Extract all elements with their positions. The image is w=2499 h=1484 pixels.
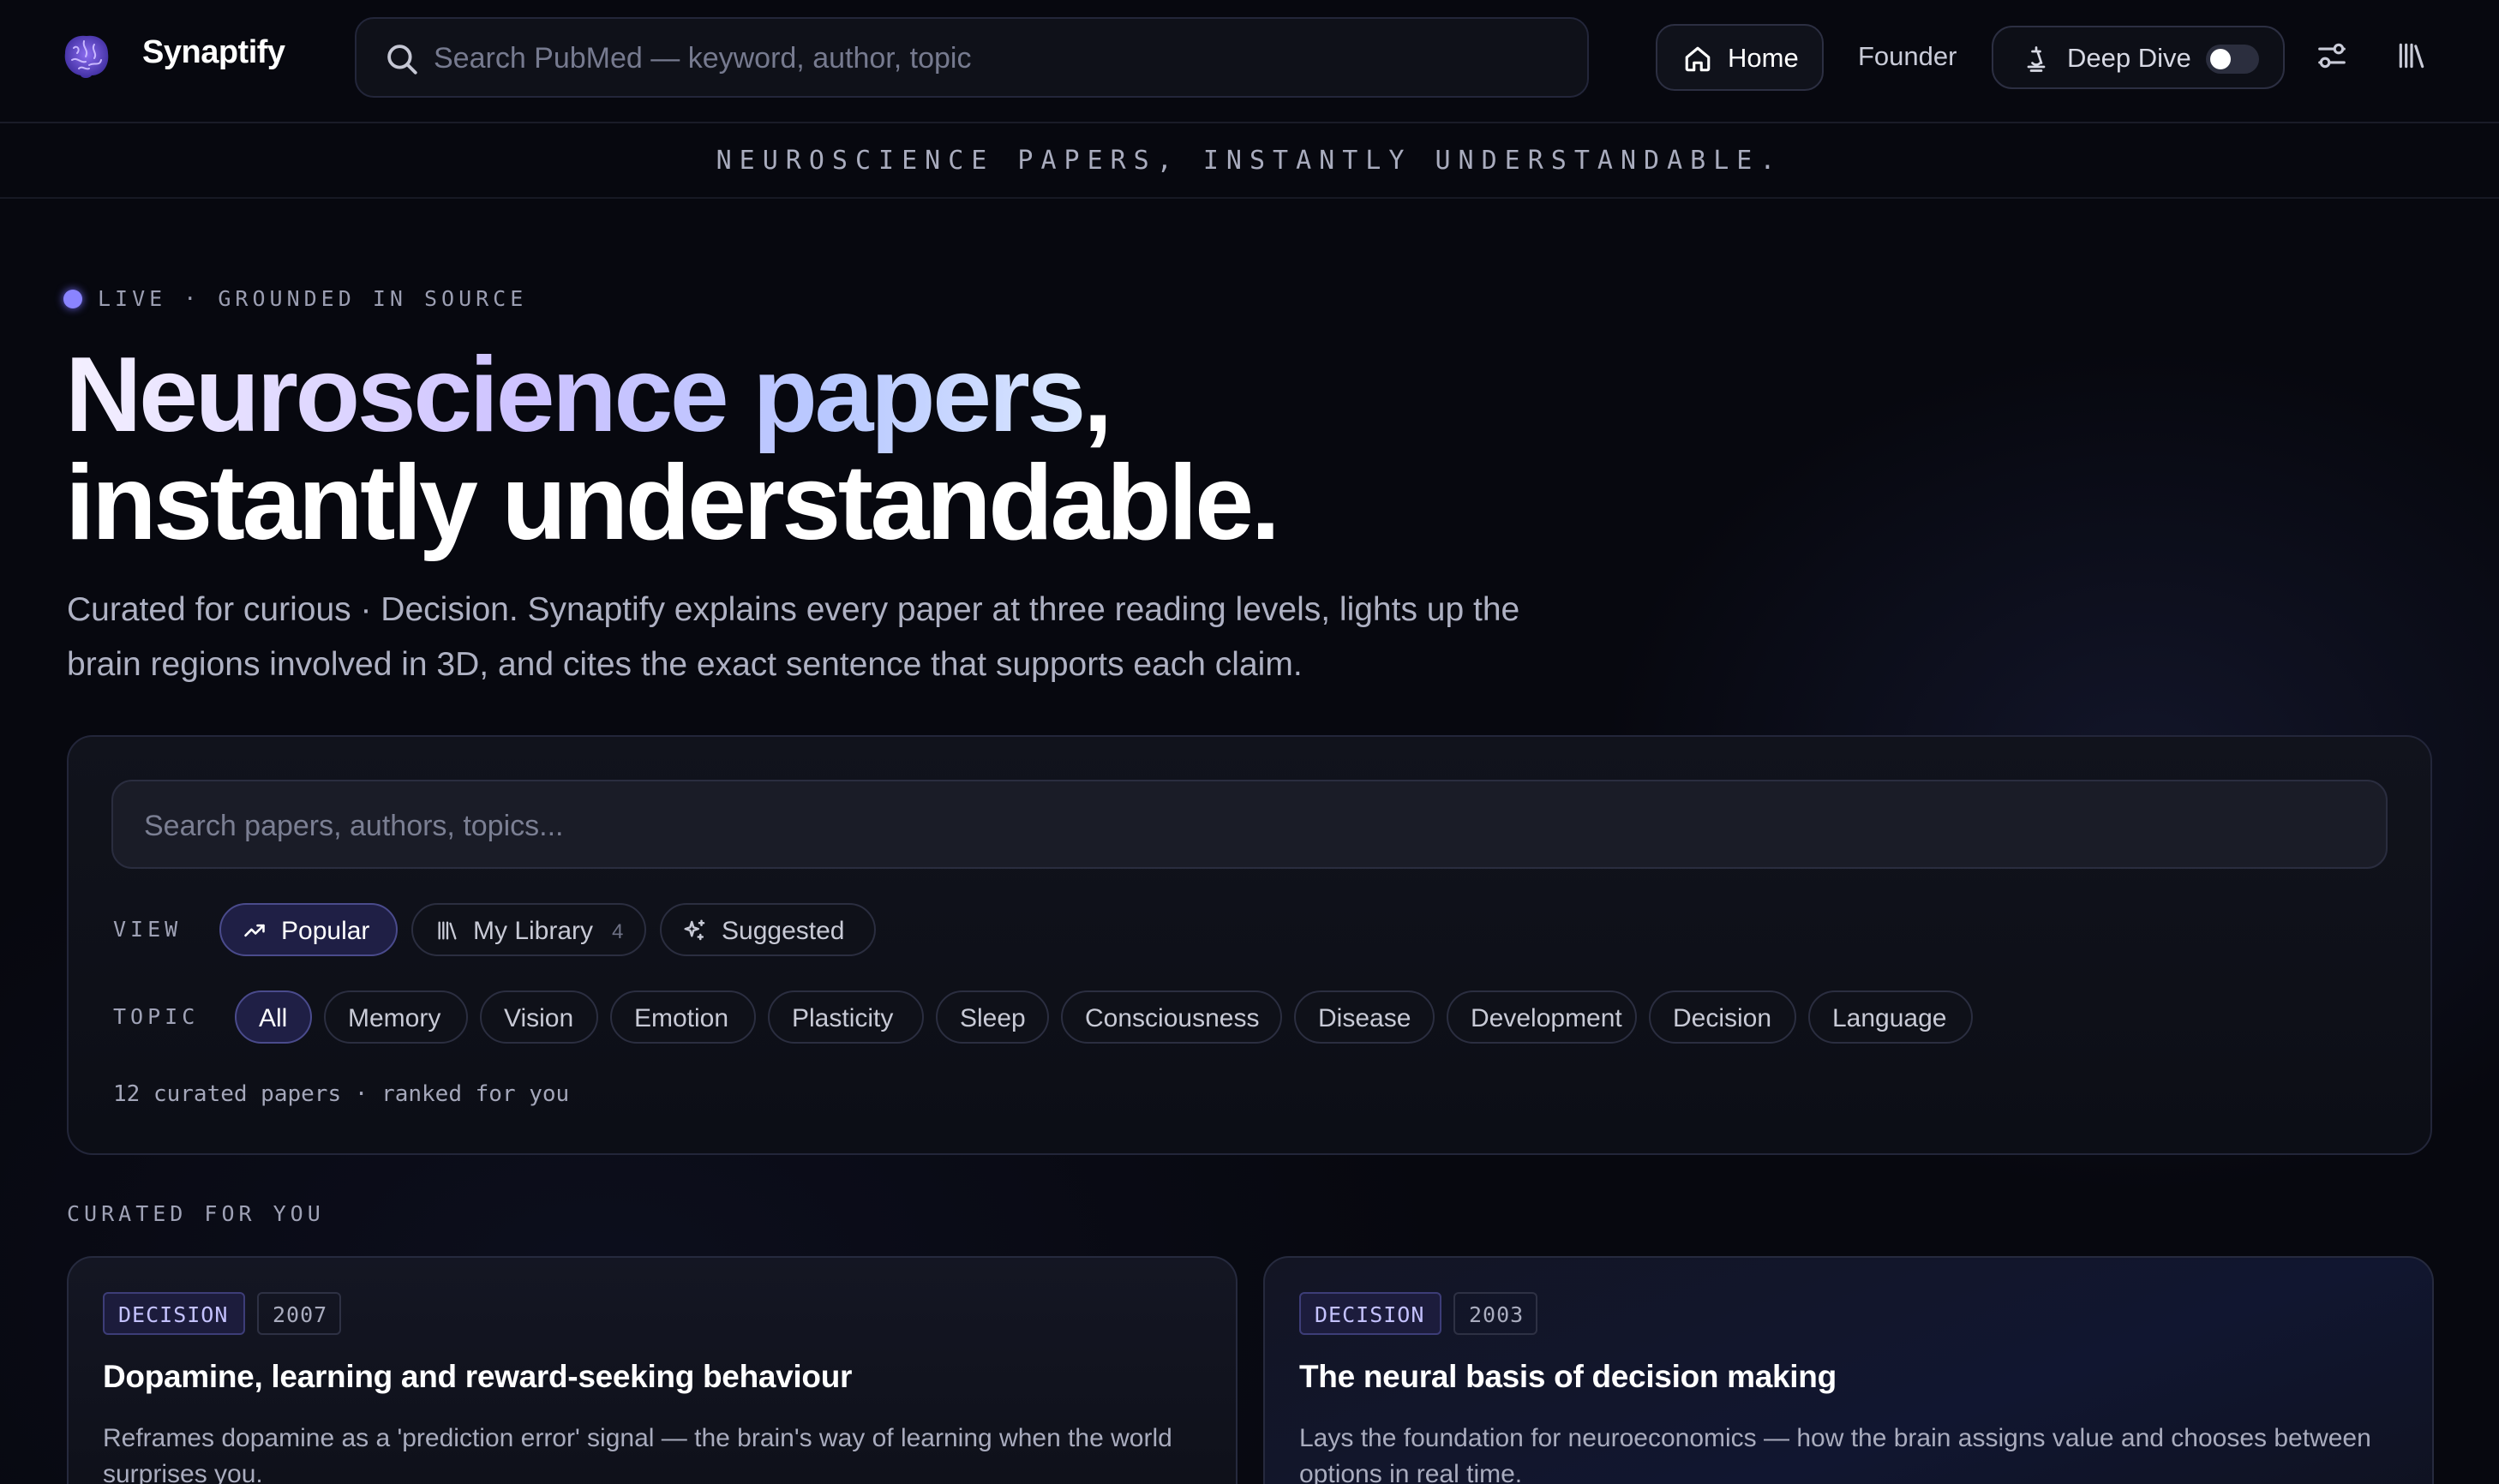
paper-card[interactable]: DECISION 2003 The neural basis of decisi… <box>1263 1256 2434 1484</box>
topic-pill-label: Plasticity <box>792 1004 894 1032</box>
view-label: VIEW <box>113 917 183 942</box>
paper-title[interactable]: The neural basis of decision making <box>1299 1359 1837 1395</box>
toggle-knob <box>2210 49 2231 69</box>
deep-dive-icon <box>2027 46 2046 72</box>
paper-summary: Lays the foundation for neuroeconomics —… <box>1299 1424 2371 1484</box>
topic-pill-label: Disease <box>1318 1004 1411 1032</box>
nav-founder-link[interactable]: Founder <box>1858 41 1957 72</box>
hero-title-comma: , <box>1082 336 1112 454</box>
deep-dive-toggle[interactable]: Deep Dive <box>1992 26 2285 89</box>
year-tag: 2007 <box>257 1292 341 1335</box>
live-label: LIVE · GROUNDED IN SOURCE <box>98 286 528 311</box>
library-icon[interactable] <box>2394 39 2429 72</box>
year-tag-label: 2003 <box>1469 1302 1525 1327</box>
view-suggested-button[interactable]: Suggested <box>660 903 876 956</box>
topic-development-pill[interactable]: Development <box>1447 990 1637 1044</box>
results-meta: 12 curated papers · ranked for you <box>113 1081 570 1107</box>
tagline-strip: NEUROSCIENCE PAPERS, INSTANTLY UNDERSTAN… <box>0 125 2499 199</box>
view-suggested-label: Suggested <box>722 917 845 945</box>
top-header: Synaptify Home Founder Deep Dive <box>0 0 2499 123</box>
topic-emotion-pill[interactable]: Emotion <box>610 990 756 1044</box>
topic-decision-pill[interactable]: Decision <box>1649 990 1796 1044</box>
sparkle-icon <box>684 919 705 941</box>
hero-title: Neuroscience papers, instantly understan… <box>65 341 1608 557</box>
topic-consciousness-pill[interactable]: Consciousness <box>1061 990 1282 1044</box>
tagline-text: NEUROSCIENCE PAPERS, INSTANTLY UNDERSTAN… <box>716 146 1783 176</box>
home-icon <box>1685 46 1711 72</box>
section-label: CURATED FOR YOU <box>67 1201 325 1226</box>
paper-search-bar[interactable] <box>111 780 2388 869</box>
view-my-library-label: My Library <box>473 917 594 945</box>
brain-logo-icon[interactable] <box>60 31 113 82</box>
hero-title-highlight: Neuroscience papers <box>65 336 1086 454</box>
year-tag-label: 2007 <box>273 1302 328 1327</box>
nav-home-label: Home <box>1728 43 1799 73</box>
paper-summary: Reframes dopamine as a 'prediction error… <box>103 1424 1172 1484</box>
topic-language-pill[interactable]: Language <box>1808 990 1973 1044</box>
topic-plasticity-pill[interactable]: Plasticity <box>768 990 924 1044</box>
topic-pill-label: Decision <box>1673 1004 1772 1032</box>
pubmed-search-bar[interactable] <box>355 17 1589 98</box>
search-icon <box>387 45 417 75</box>
topic-pill-label: Language <box>1832 1004 1947 1032</box>
topic-pill-label: Development <box>1471 1004 1622 1032</box>
deep-dive-label: Deep Dive <box>2067 43 2191 73</box>
paper-card[interactable]: DECISION 2007 Dopamine, learning and rew… <box>67 1256 1238 1484</box>
brand-name[interactable]: Synaptify <box>142 34 285 71</box>
topic-disease-pill[interactable]: Disease <box>1294 990 1435 1044</box>
view-popular-label: Popular <box>281 917 370 945</box>
topic-tag: DECISION <box>1299 1292 1441 1335</box>
topic-pill-label: Memory <box>348 1004 441 1032</box>
pubmed-search-input[interactable] <box>434 34 1565 82</box>
paper-browser-panel: VIEW Popular My Library 4 Suggested TOPI… <box>67 735 2432 1155</box>
hero-title-line2: instantly understandable. <box>65 444 1280 562</box>
topic-pill-label: All <box>259 1004 288 1032</box>
trending-icon <box>244 924 265 937</box>
topic-sleep-pill[interactable]: Sleep <box>936 990 1049 1044</box>
settings-sliders-icon[interactable] <box>2316 39 2348 72</box>
nav-home-button[interactable]: Home <box>1656 24 1824 91</box>
topic-all-pill[interactable]: All <box>235 990 312 1044</box>
topic-memory-pill[interactable]: Memory <box>324 990 468 1044</box>
topic-tag-label: DECISION <box>1315 1302 1425 1327</box>
live-dot-icon <box>63 290 82 308</box>
paper-search-input[interactable] <box>144 802 2355 850</box>
topic-vision-pill[interactable]: Vision <box>480 990 598 1044</box>
hero-description: Curated for curious · Decision. Synaptif… <box>67 591 1520 683</box>
topic-pill-label: Emotion <box>634 1004 729 1032</box>
view-my-library-button[interactable]: My Library 4 <box>411 903 646 956</box>
topic-pill-label: Consciousness <box>1085 1004 1260 1032</box>
year-tag: 2003 <box>1453 1292 1537 1335</box>
library-icon <box>438 921 457 940</box>
topic-tag-label: DECISION <box>118 1302 229 1327</box>
view-popular-button[interactable]: Popular <box>219 903 398 956</box>
topic-pill-label: Vision <box>504 1004 574 1032</box>
topic-pill-label: Sleep <box>960 1004 1026 1032</box>
deep-dive-switch[interactable] <box>2206 45 2259 74</box>
paper-title[interactable]: Dopamine, learning and reward-seeking be… <box>103 1359 852 1395</box>
topic-tag: DECISION <box>103 1292 245 1335</box>
library-count-badge: 4 <box>612 920 624 943</box>
topic-label: TOPIC <box>113 1004 200 1029</box>
